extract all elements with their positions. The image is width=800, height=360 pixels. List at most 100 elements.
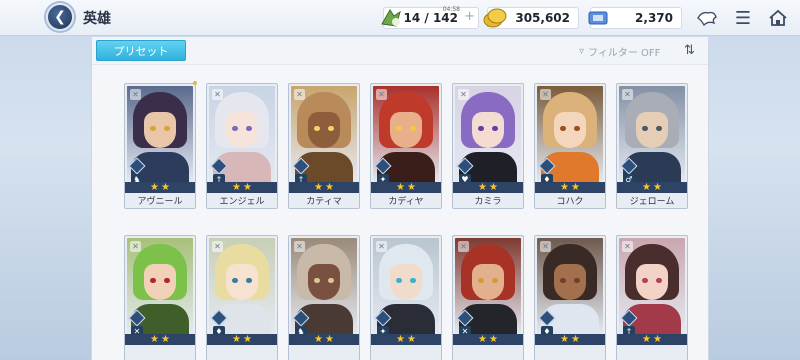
hero-list-panel: プリセット ▿ フィルター OFF ⇅ ✕ ♞ ★ ★ アヴニール ✕ † ★ …	[91, 37, 709, 360]
star-icon: ★	[243, 333, 252, 345]
star-icon: ★	[150, 181, 159, 193]
gold-value: 305,602	[515, 11, 570, 25]
pin-icon: ✕	[376, 89, 387, 100]
ticket-value: 2,370	[635, 11, 673, 25]
hero-card[interactable]: ✕ ♞ ★ ★	[288, 235, 360, 360]
hero-card[interactable]: ✕ ✕ ★ ★	[124, 235, 196, 360]
star-icon: ★	[560, 333, 569, 345]
hero-portrait: ✕ ♞	[291, 238, 357, 334]
star-rating: ★ ★	[535, 334, 605, 345]
hero-name: エンジェル	[219, 197, 265, 207]
hero-portrait: ✕ ♦	[537, 86, 603, 182]
hero-portrait: ✕ †	[619, 238, 685, 334]
hero-portrait: ✕ ✕	[127, 238, 193, 334]
pin-icon: ✕	[540, 241, 551, 252]
star-rating: ★ ★	[125, 334, 195, 345]
star-rating: ★ ★	[617, 334, 687, 345]
panel-toolbar: プリセット ▿ フィルター OFF ⇅	[92, 37, 708, 65]
filter-label: フィルター OFF	[588, 48, 661, 59]
hero-card[interactable]: ✕ † ★ ★	[616, 235, 688, 360]
hero-portrait: ✕ †	[209, 86, 275, 182]
pin-icon: ✕	[622, 89, 633, 100]
stamina-counter[interactable]: 04:58 14 / 142 +	[381, 6, 479, 29]
star-icon: ★	[314, 181, 323, 193]
pin-icon: ✕	[540, 89, 551, 100]
star-icon: ★	[161, 181, 170, 193]
ticket-icon	[588, 11, 608, 25]
class-icon: ♦	[541, 174, 553, 182]
hero-card[interactable]: ✕ ♂ ★ ★ ジェローム	[616, 83, 688, 209]
star-icon: ★	[653, 181, 662, 193]
funnel-icon: ▿	[579, 46, 585, 57]
hero-name: ジェローム	[629, 197, 675, 207]
star-icon: ★	[314, 333, 323, 345]
star-icon: ★	[478, 333, 487, 345]
hero-portrait: ✕ ✦	[373, 86, 439, 182]
star-icon: ★	[571, 333, 580, 345]
pin-icon: ✕	[376, 241, 387, 252]
hero-card[interactable]: ✕ ♦ ★ ★ コハク	[534, 83, 606, 209]
hero-name: カティマ	[306, 197, 342, 207]
filter-button[interactable]: ▿ フィルター OFF	[579, 44, 660, 59]
hero-card[interactable]: ✕ ✕ ★ ★	[452, 235, 524, 360]
hero-card[interactable]: ✕ ♞ ★ ★ アヴニール	[124, 81, 197, 209]
star-icon: ★	[478, 181, 487, 193]
summon-icon[interactable]	[695, 7, 719, 29]
hero-portrait: ✕ ♞	[127, 86, 193, 182]
back-button[interactable]: ❮	[46, 3, 74, 31]
class-icon: ✦	[377, 326, 389, 334]
gold-counter: 305,602	[483, 7, 579, 29]
star-icon: ★	[325, 181, 334, 193]
star-rating: ★ ★	[207, 182, 277, 193]
star-rating: ★ ★	[617, 182, 687, 193]
class-icon: ✕	[131, 326, 143, 334]
class-icon: ♂	[623, 174, 635, 182]
star-icon: ★	[571, 181, 580, 193]
hero-portrait: ✕ ♦	[209, 238, 275, 334]
star-icon: ★	[560, 181, 569, 193]
pin-icon: ✕	[458, 89, 469, 100]
star-rating: ★ ★	[371, 334, 441, 345]
star-rating: ★ ★	[207, 334, 277, 345]
class-icon: ♞	[131, 174, 143, 182]
star-icon: ★	[642, 181, 651, 193]
star-icon: ★	[161, 333, 170, 345]
hero-card[interactable]: ✕ ✦ ★ ★ カディヤ	[370, 83, 442, 209]
stamina-value: 14 / 142	[403, 11, 459, 25]
hero-card[interactable]: ✕ ♦ ★ ★	[534, 235, 606, 360]
sort-icon[interactable]: ⇅	[684, 43, 695, 58]
class-icon: ♞	[295, 326, 307, 334]
star-icon: ★	[407, 333, 416, 345]
hero-card[interactable]: ✕ ♦ ★ ★	[206, 235, 278, 360]
pin-icon: ✕	[130, 241, 141, 252]
pin-icon: ✕	[622, 241, 633, 252]
hero-card[interactable]: ✕ † ★ ★ エンジェル	[206, 83, 278, 209]
plus-icon[interactable]: +	[464, 9, 475, 24]
page-title: 英雄	[83, 11, 111, 27]
preset-button[interactable]: プリセット	[96, 40, 186, 61]
gold-coin-icon	[483, 8, 507, 28]
stamina-icon	[381, 9, 401, 27]
hero-name: カミラ	[474, 197, 502, 207]
pin-icon: ✕	[294, 241, 305, 252]
class-icon: ♦	[541, 326, 553, 334]
star-icon: ★	[489, 181, 498, 193]
hero-portrait: ✕ ♂	[619, 86, 685, 182]
home-icon[interactable]	[766, 7, 790, 29]
star-rating: ★ ★	[535, 182, 605, 193]
star-icon: ★	[325, 333, 334, 345]
star-icon: ★	[232, 181, 241, 193]
hero-card[interactable]: ✕ ✦ ★ ★	[370, 235, 442, 360]
class-icon: †	[295, 174, 307, 182]
menu-icon[interactable]: ☰	[731, 7, 755, 29]
hero-card[interactable]: ✕ † ★ ★ カティマ	[288, 83, 360, 209]
star-icon: ★	[232, 333, 241, 345]
star-rating: ★ ★	[453, 182, 523, 193]
class-icon: ✦	[377, 174, 389, 182]
star-icon: ★	[407, 181, 416, 193]
hero-card[interactable]: ✕ ♥ ★ ★ カミラ	[452, 83, 524, 209]
hero-portrait: ✕ ✦	[373, 238, 439, 334]
hero-name: アヴニール	[137, 197, 183, 207]
star-rating: ★ ★	[453, 334, 523, 345]
class-icon: †	[213, 174, 225, 182]
